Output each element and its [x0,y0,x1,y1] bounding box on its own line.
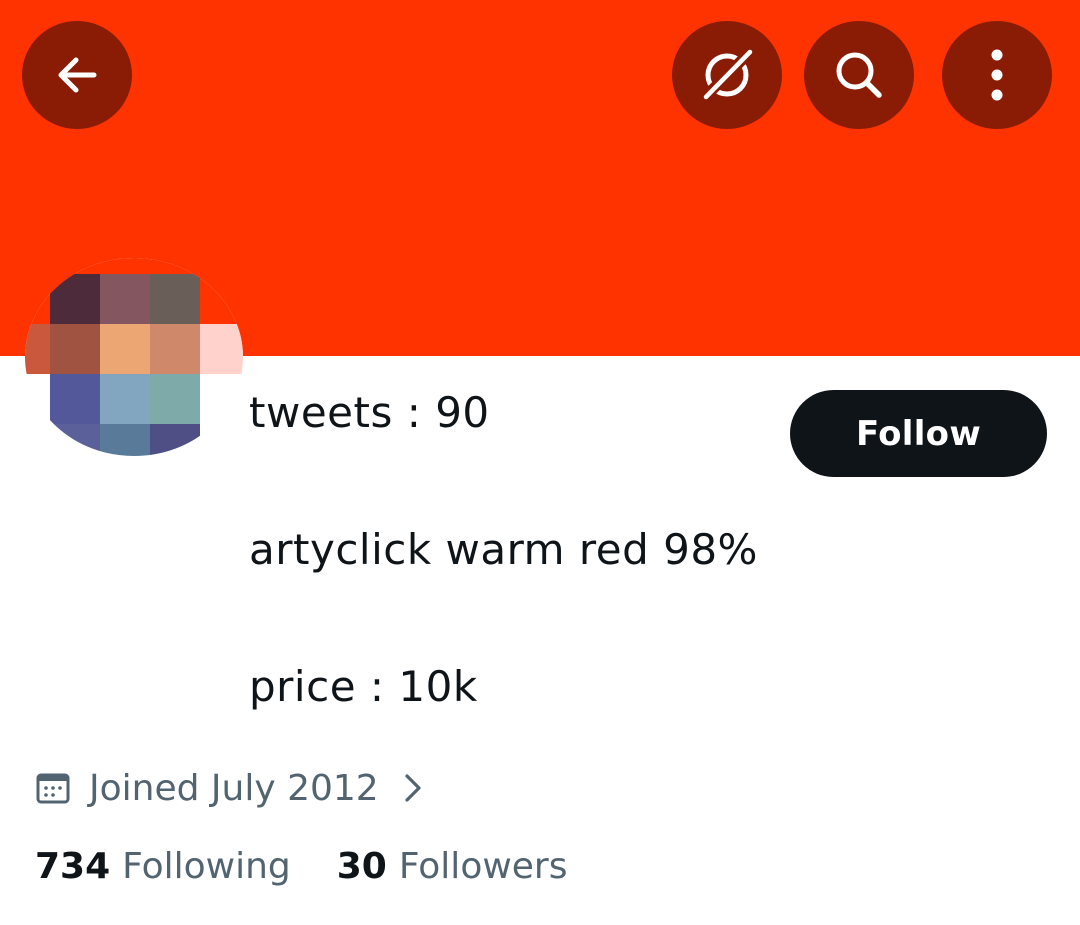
following-label: Following [122,845,291,887]
back-button[interactable] [22,21,132,129]
back-arrow-icon [58,57,97,93]
avatar-pixel [50,324,100,374]
grok-button[interactable] [672,21,782,129]
follow-stats: 734 Following 30 Followers [35,838,568,894]
avatar-pixel [150,424,200,456]
grok-icon [700,46,756,102]
more-options-button[interactable] [942,21,1052,129]
followers-count: 30 [336,845,387,887]
bio-line-price: price : 10k [249,662,478,711]
search-button[interactable] [804,21,914,129]
chevron-right-icon [405,774,421,802]
followers-link[interactable]: 30 Followers [337,846,568,887]
following-count: 734 [35,845,111,887]
search-icon [836,52,882,98]
avatar-pixel [100,274,150,324]
avatar-pixel [25,374,50,424]
avatar[interactable] [25,258,243,456]
avatar-pixel [100,424,150,456]
avatar-pixel [150,324,200,374]
avatar-pixel [25,324,50,374]
avatar-pixel [100,374,150,424]
avatar-pixel [150,274,200,324]
avatar-pixel [50,374,100,424]
more-vertical-icon [991,49,1003,101]
bio-line-color: artyclick warm red 98% [249,525,758,574]
follow-button[interactable]: Follow [790,390,1047,477]
joined-date-row[interactable]: Joined July 2012 [35,760,423,816]
calendar-icon [36,773,70,804]
joined-date-text: Joined July 2012 [89,767,379,809]
avatar-pixel [50,274,100,324]
avatar-pixel [50,424,100,456]
followers-label: Followers [398,845,568,887]
bio-line-tweets: tweets : 90 [249,388,490,437]
avatar-pixel [100,324,150,374]
avatar-pixel [150,374,200,424]
avatar-pixel [200,324,243,374]
following-link[interactable]: 734 Following [35,846,291,887]
